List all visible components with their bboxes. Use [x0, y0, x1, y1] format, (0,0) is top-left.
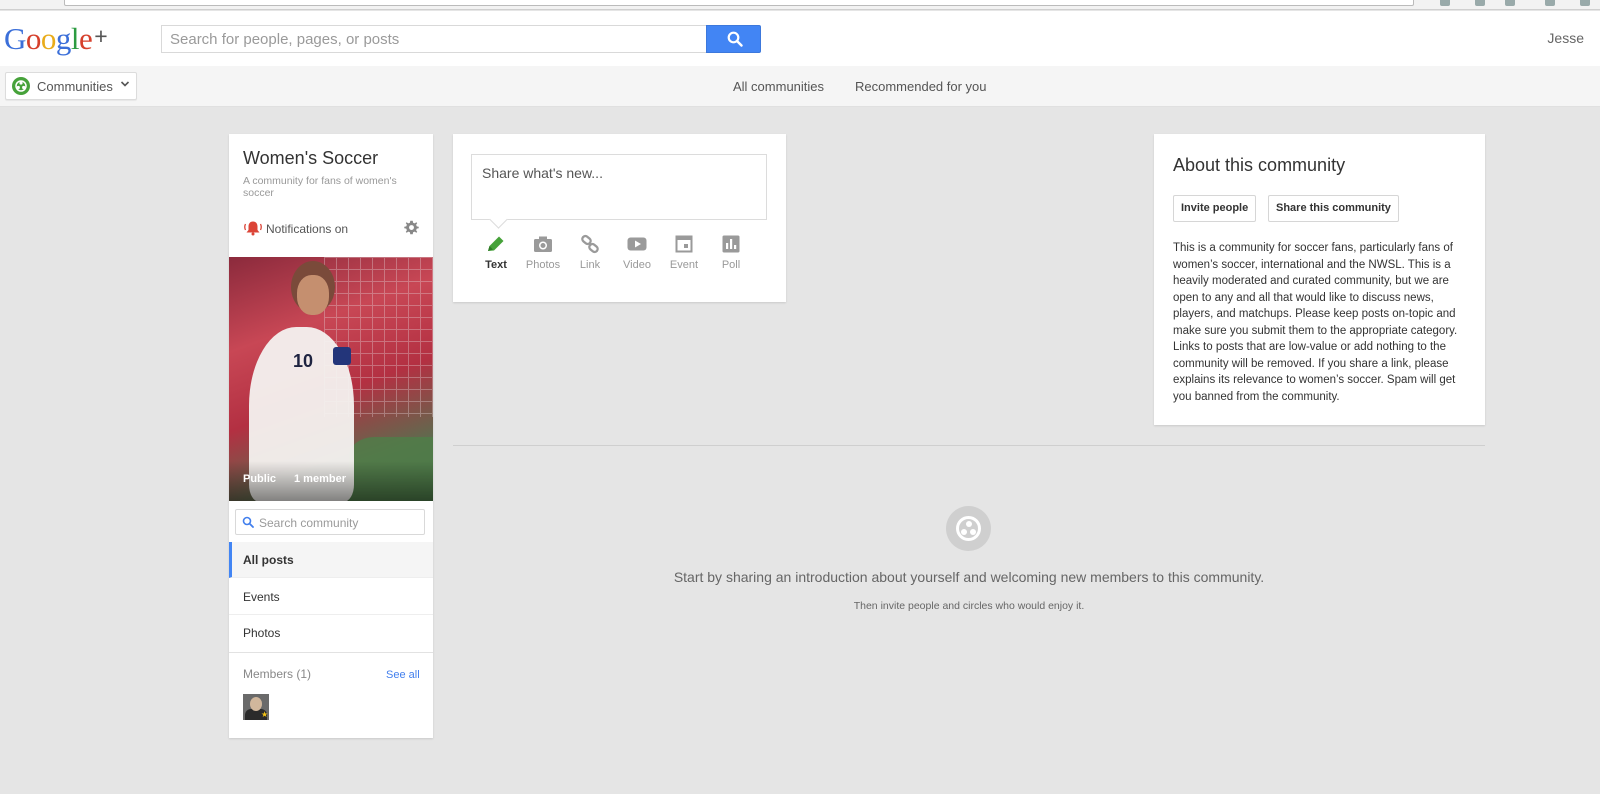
share-input[interactable]: Share what's new... — [471, 154, 767, 220]
nav-recommended[interactable]: Recommended for you — [855, 79, 987, 94]
gear-icon[interactable] — [404, 220, 419, 240]
search-button[interactable] — [706, 25, 761, 53]
community-search-input[interactable]: Search community — [235, 509, 425, 535]
about-title: About this community — [1173, 155, 1346, 175]
link-icon — [581, 234, 599, 254]
privacy-tag: Public — [243, 473, 277, 485]
communities-placeholder-icon — [946, 506, 991, 551]
extension-icon[interactable] — [1440, 0, 1450, 6]
share-box: Share what's new... Text Photos Link Vid… — [453, 134, 786, 302]
player-face — [297, 275, 329, 315]
nav-all-communities[interactable]: All communities — [733, 79, 824, 94]
browser-toolbar — [0, 0, 1600, 10]
video-icon — [627, 237, 647, 251]
see-all-members-link[interactable]: See all — [386, 669, 420, 681]
share-link-button[interactable]: Link — [567, 234, 613, 271]
share-video-button[interactable]: Video — [614, 234, 660, 271]
communities-dropdown-label: Communities — [37, 79, 113, 94]
search-placeholder: Search for people, pages, or posts — [170, 31, 400, 48]
jersey-number: 10 — [293, 351, 314, 371]
community-cover-photo: 10 Public 1 member — [229, 257, 433, 501]
community-title: Women's Soccer — [243, 148, 379, 168]
google-plus-logo[interactable]: Google+ — [4, 21, 108, 57]
calendar-icon — [675, 235, 693, 253]
member-avatar[interactable]: ★ — [243, 694, 269, 720]
divider — [229, 652, 433, 653]
menu-icon[interactable] — [1580, 0, 1590, 6]
about-description: This is a community for soccer fans, par… — [1173, 242, 1458, 403]
community-description: A community for fans of women's soccer — [243, 175, 397, 199]
extension-icon[interactable] — [1505, 0, 1515, 6]
communities-dropdown[interactable]: Communities — [5, 72, 137, 100]
share-poll-button[interactable]: Poll — [708, 234, 754, 271]
member-count-tag: 1 member — [294, 473, 346, 485]
search-icon — [727, 31, 743, 47]
user-name[interactable]: Jesse — [1547, 30, 1584, 46]
share-event-button[interactable]: Event — [661, 234, 707, 271]
camera-icon — [534, 236, 552, 252]
feed-divider — [453, 445, 1485, 446]
captain-armband — [333, 347, 351, 365]
empty-state-headline: Start by sharing an introduction about y… — [673, 569, 1265, 585]
address-bar[interactable] — [64, 0, 1414, 6]
community-card: Women's Soccer A community for fans of w… — [229, 134, 433, 738]
global-search-input[interactable]: Search for people, pages, or posts — [161, 25, 707, 53]
pencil-icon — [488, 236, 504, 251]
top-bar: Google+ Search for people, pages, or pos… — [0, 11, 1600, 66]
nav-events[interactable]: Events — [229, 579, 433, 615]
star-icon: ★ — [261, 710, 269, 719]
search-icon — [242, 516, 254, 528]
nav-photos[interactable]: Photos — [229, 615, 433, 651]
share-text-button[interactable]: Text — [473, 234, 519, 271]
share-placeholder: Share what's new... — [482, 165, 603, 181]
members-label: Members (1) — [243, 667, 312, 681]
bell-icon[interactable] — [243, 220, 263, 241]
chevron-down-icon — [120, 78, 130, 92]
community-search-placeholder: Search community — [259, 516, 359, 530]
sub-navigation: Communities All communities Recommended … — [0, 66, 1600, 107]
empty-state-subline: Then invite people and circles who would… — [853, 600, 1085, 612]
extension-icon[interactable] — [1545, 0, 1555, 6]
extension-icon[interactable] — [1475, 0, 1485, 6]
notifications-status[interactable]: Notifications on — [266, 222, 348, 236]
share-community-button[interactable]: Share this community — [1268, 195, 1399, 222]
invite-people-button[interactable]: Invite people — [1173, 195, 1257, 222]
poll-icon — [722, 235, 740, 253]
nav-all-posts[interactable]: All posts — [229, 542, 433, 578]
communities-icon — [12, 77, 30, 95]
about-community-card: About this community Invite people Share… — [1154, 134, 1485, 425]
share-photos-button[interactable]: Photos — [520, 234, 566, 271]
